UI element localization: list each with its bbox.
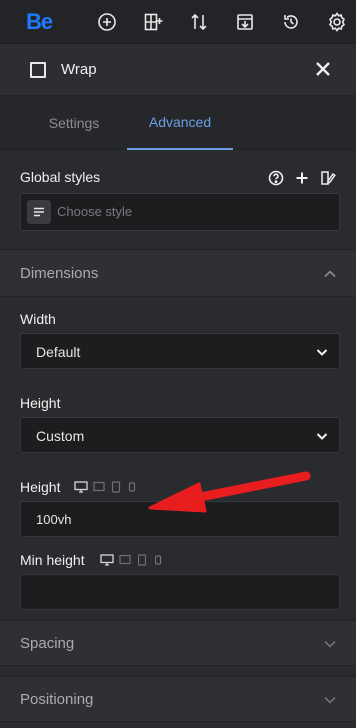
mobile-icon[interactable]: [152, 553, 164, 571]
laptop-icon[interactable]: [118, 553, 132, 571]
positioning-title: Positioning: [20, 691, 94, 708]
chevron-down-icon: [315, 429, 329, 443]
height-mode-label: Height: [20, 395, 61, 411]
responsive-device-switcher: [74, 480, 138, 498]
import-icon[interactable]: [233, 10, 257, 34]
global-style-placeholder: Choose style: [57, 204, 133, 219]
element-header: Wrap: [0, 44, 356, 96]
mobile-icon[interactable]: [126, 480, 138, 498]
chevron-up-icon: [322, 266, 338, 282]
desktop-icon[interactable]: [74, 480, 88, 498]
responsive-device-switcher: [100, 553, 164, 571]
positioning-section-header[interactable]: Positioning: [0, 676, 356, 722]
close-icon[interactable]: [312, 58, 334, 80]
style-list-icon: [27, 200, 51, 224]
width-label: Width: [20, 311, 56, 327]
min-height-input[interactable]: [20, 574, 340, 610]
width-select[interactable]: Default: [20, 333, 340, 369]
spacing-section-header[interactable]: Spacing: [0, 620, 356, 666]
top-toolbar: Be: [0, 0, 356, 44]
history-icon[interactable]: [279, 10, 303, 34]
sort-arrows-icon[interactable]: [187, 10, 211, 34]
height-select[interactable]: Custom: [20, 417, 340, 453]
layout-add-icon[interactable]: [141, 10, 165, 34]
width-value: Default: [36, 344, 81, 360]
tablet-icon[interactable]: [110, 480, 122, 498]
height-mode-value: Custom: [36, 428, 85, 444]
tab-advanced[interactable]: Advanced: [127, 96, 233, 150]
help-icon[interactable]: [267, 169, 285, 187]
settings-gear-icon[interactable]: [325, 10, 349, 34]
height-input-value: 100vh: [36, 512, 72, 527]
chevron-down-icon: [322, 692, 338, 708]
desktop-icon[interactable]: [100, 553, 114, 571]
element-type-icon: [30, 62, 46, 78]
chevron-down-icon: [322, 636, 338, 652]
tab-settings[interactable]: Settings: [20, 96, 128, 150]
global-style-select[interactable]: Choose style: [20, 193, 340, 231]
global-styles-label: Global styles: [20, 169, 101, 185]
element-title: Wrap: [61, 61, 97, 78]
min-height-label: Min height: [20, 552, 85, 568]
height-label: Height: [20, 479, 61, 495]
add-circle-icon[interactable]: [95, 10, 119, 34]
height-input[interactable]: 100vh: [20, 501, 340, 537]
laptop-icon[interactable]: [92, 480, 106, 498]
style-manager-icon[interactable]: [319, 169, 337, 187]
dimensions-section-header[interactable]: Dimensions: [0, 249, 356, 297]
dimensions-title: Dimensions: [20, 265, 99, 282]
tab-bar: Settings Advanced: [0, 96, 356, 150]
add-style-icon[interactable]: [293, 169, 311, 187]
spacing-title: Spacing: [20, 635, 75, 652]
tablet-icon[interactable]: [136, 553, 148, 571]
be-logo[interactable]: Be: [26, 9, 53, 35]
chevron-down-icon: [315, 345, 329, 359]
